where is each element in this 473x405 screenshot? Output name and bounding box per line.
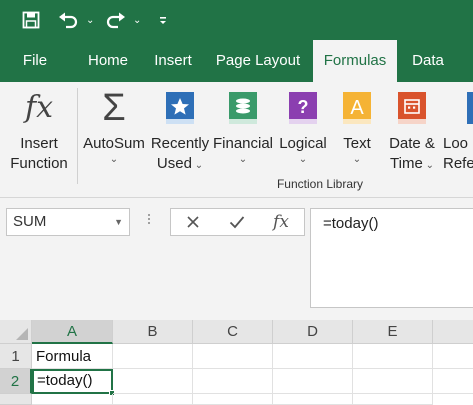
cell-f1[interactable] — [433, 344, 473, 369]
tab-data[interactable]: Data — [404, 40, 452, 82]
lookup-reference-button[interactable]: Loo Refe — [443, 88, 473, 174]
fx-icon: fx — [24, 90, 54, 125]
recently-used-label-2: Used — [156, 155, 192, 172]
text-label: Text — [343, 135, 371, 152]
row-header-1[interactable]: 1 — [0, 344, 32, 369]
cell-d2[interactable] — [273, 369, 353, 394]
date-time-label-2: Time — [390, 155, 423, 172]
autosum-button[interactable]: Σ AutoSum ⌄ — [80, 88, 148, 166]
undo-icon[interactable] — [58, 8, 80, 32]
chevron-down-icon: ⌄ — [422, 160, 434, 171]
cell-b3[interactable] — [113, 394, 193, 405]
star-book-icon — [149, 88, 211, 128]
chevron-down-icon[interactable]: ▼ — [114, 209, 123, 235]
tab-page-layout[interactable]: Page Layout — [210, 40, 306, 82]
chevron-down-icon: ⌄ — [238, 154, 248, 165]
chevron-down-icon: ⌄ — [298, 154, 308, 165]
formula-buttons: fx — [170, 208, 305, 236]
row-header-2[interactable]: 2 — [0, 369, 32, 394]
recently-used-label-1: Recently — [150, 135, 210, 152]
cell-c3[interactable] — [193, 394, 273, 405]
sigma-icon: Σ — [102, 87, 126, 129]
tab-file[interactable]: File — [12, 40, 58, 82]
cell-b2[interactable] — [113, 369, 193, 394]
cell-d3[interactable] — [273, 394, 353, 405]
formula-input[interactable]: =today() — [310, 208, 473, 308]
name-box-value: SUM — [13, 213, 47, 230]
lookup-icon — [443, 88, 473, 128]
calendar-icon — [383, 88, 441, 128]
column-header-a[interactable]: A — [32, 320, 113, 344]
date-time-label-1: Date & — [389, 135, 435, 152]
insert-function-label-1: Insert — [20, 135, 58, 152]
financial-icon — [212, 88, 274, 128]
chevron-down-icon: ⌄ — [109, 154, 119, 165]
insert-function-fx-icon[interactable]: fx — [261, 209, 301, 235]
svg-text:?: ? — [298, 97, 309, 117]
select-all-corner[interactable] — [0, 320, 32, 344]
question-book-icon: ? — [276, 88, 330, 128]
logical-button[interactable]: ? Logical ⌄ — [276, 88, 330, 166]
cell-e3[interactable] — [353, 394, 433, 405]
resize-handle[interactable] — [147, 212, 151, 232]
cell-e1[interactable] — [353, 344, 433, 369]
ribbon-tabs: File Home Insert Page Layout Formulas Da… — [0, 40, 473, 82]
recently-used-button[interactable]: Recently Used ⌄ — [149, 88, 211, 176]
cell-e2[interactable] — [353, 369, 433, 394]
chevron-down-icon: ⌄ — [191, 160, 204, 171]
column-header-e[interactable]: E — [353, 320, 433, 344]
redo-dropdown-icon[interactable]: ⌄ — [133, 8, 141, 32]
cell-d1[interactable] — [273, 344, 353, 369]
spreadsheet-grid: A B C D E 1 2 Formula =today() — [0, 320, 473, 405]
row-header-3[interactable] — [0, 394, 32, 405]
svg-text:A: A — [350, 97, 364, 119]
quick-access-toolbar: ⌄ ⌄ — [0, 0, 473, 40]
column-header-partial[interactable] — [433, 320, 473, 344]
cell-a3[interactable] — [32, 394, 113, 405]
autosum-label: AutoSum — [83, 135, 145, 152]
financial-label: Financial — [212, 135, 274, 152]
formula-bar-area: SUM ▼ fx =today() — [0, 198, 473, 320]
save-icon[interactable] — [22, 8, 40, 32]
cell-f2[interactable] — [433, 369, 473, 394]
lookup-label-1: Loo — [443, 135, 469, 152]
name-box[interactable]: SUM ▼ — [6, 208, 130, 236]
cell-a2-value: =today() — [37, 372, 93, 389]
ribbon-formulas: fx Insert Function Σ AutoSum ⌄ Recently … — [0, 82, 473, 198]
text-book-icon: A — [335, 88, 379, 128]
customize-icon[interactable] — [158, 8, 168, 32]
insert-function-label-2: Function — [10, 155, 68, 172]
undo-dropdown-icon[interactable]: ⌄ — [86, 8, 94, 32]
column-header-b[interactable]: B — [113, 320, 193, 344]
function-library-group-label: Function Library — [276, 177, 364, 191]
cell-c1[interactable] — [193, 344, 273, 369]
chevron-down-icon: ⌄ — [352, 154, 362, 165]
column-header-c[interactable]: C — [193, 320, 273, 344]
tab-insert[interactable]: Insert — [148, 40, 198, 82]
tab-home[interactable]: Home — [80, 40, 136, 82]
lookup-label-2: Refe — [443, 155, 473, 172]
redo-icon[interactable] — [104, 8, 126, 32]
date-time-button[interactable]: Date & Time ⌄ — [383, 88, 441, 176]
cell-a1[interactable]: Formula — [32, 344, 113, 369]
column-header-d[interactable]: D — [273, 320, 353, 344]
text-button[interactable]: A Text ⌄ — [335, 88, 379, 166]
financial-button[interactable]: Financial ⌄ — [212, 88, 274, 166]
select-all-triangle-icon — [16, 328, 28, 340]
logical-label: Logical — [279, 135, 327, 152]
ribbon-separator — [77, 88, 78, 184]
cancel-icon[interactable] — [173, 209, 213, 235]
cell-a2-active[interactable]: =today() — [32, 369, 115, 396]
tab-formulas[interactable]: Formulas — [313, 40, 397, 82]
enter-check-icon[interactable] — [217, 209, 257, 235]
insert-function-button[interactable]: fx Insert Function — [4, 88, 74, 174]
cell-c2[interactable] — [193, 369, 273, 394]
cell-b1[interactable] — [113, 344, 193, 369]
